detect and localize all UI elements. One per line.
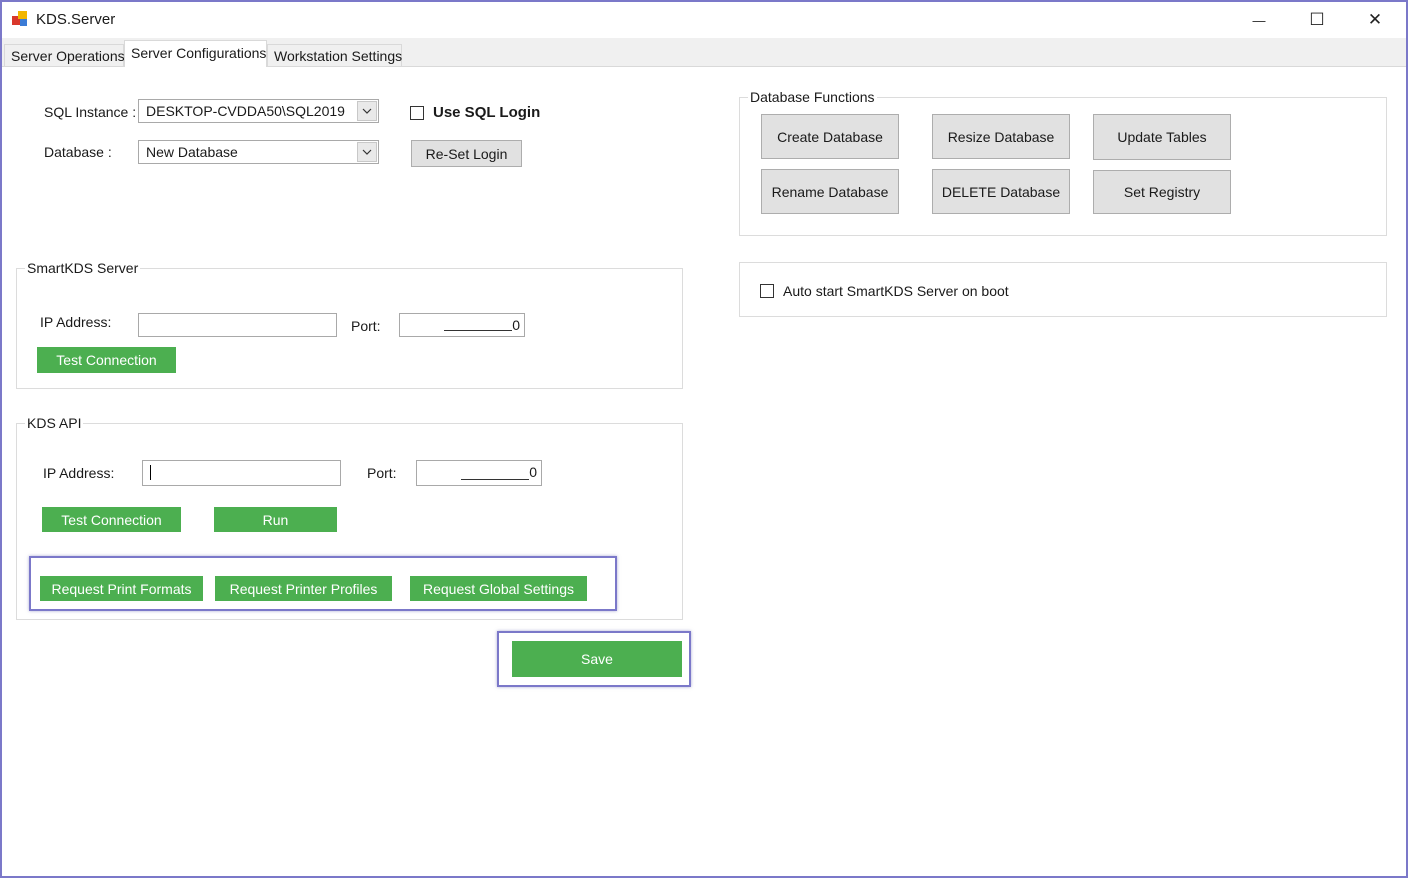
sql-instance-select[interactable]: DESKTOP-CVDDA50\SQL2019 <box>138 99 379 123</box>
create-database-button[interactable]: Create Database <box>761 114 899 159</box>
smartkds-ip-input[interactable] <box>138 313 337 337</box>
smartkds-test-connection-button[interactable]: Test Connection <box>37 347 176 373</box>
text-caret <box>150 465 151 480</box>
smartkds-server-title: SmartKDS Server <box>25 260 141 276</box>
title-bar <box>2 2 1406 38</box>
tab-server-configurations[interactable]: Server Configurations <box>124 40 267 67</box>
smartkds-port-label: Port: <box>351 318 381 334</box>
kds-api-ip-input[interactable] <box>142 460 341 486</box>
smartkds-ip-label: IP Address: <box>40 314 112 330</box>
save-button[interactable]: Save <box>512 641 682 677</box>
update-tables-button[interactable]: Update Tables <box>1093 114 1231 160</box>
dropdown-arrow-icon <box>357 101 377 121</box>
autostart-checkbox[interactable] <box>760 284 774 298</box>
use-sql-login-checkbox[interactable] <box>410 106 424 120</box>
sql-instance-label: SQL Instance : <box>44 104 137 120</box>
maximize-button[interactable]: ☐ <box>1294 6 1340 34</box>
resize-database-button[interactable]: Resize Database <box>932 114 1070 159</box>
use-sql-login-label: Use SQL Login <box>433 104 541 121</box>
window-title: KDS.Server <box>36 11 116 28</box>
database-label: Database : <box>44 144 112 160</box>
sql-instance-value: DESKTOP-CVDDA50\SQL2019 <box>146 103 345 119</box>
tab-workstation-settings[interactable]: Workstation Settings <box>267 44 402 66</box>
tab-server-operations[interactable]: Server Operations <box>4 44 125 66</box>
kds-api-port-label: Port: <box>367 465 397 481</box>
autostart-label: Auto start SmartKDS Server on boot <box>783 283 1009 299</box>
request-print-formats-button[interactable]: Request Print Formats <box>40 576 203 601</box>
kds-api-test-connection-button[interactable]: Test Connection <box>42 507 181 532</box>
dropdown-arrow-icon <box>357 142 377 162</box>
database-functions-title: Database Functions <box>748 89 877 105</box>
request-global-settings-button[interactable]: Request Global Settings <box>410 576 587 601</box>
kds-api-port-value: 0 <box>529 464 537 480</box>
kds-api-ip-label: IP Address: <box>43 465 115 481</box>
close-button[interactable]: ✕ <box>1352 6 1398 34</box>
app-icon <box>12 11 28 27</box>
set-registry-button[interactable]: Set Registry <box>1093 170 1231 214</box>
request-printer-profiles-button[interactable]: Request Printer Profiles <box>215 576 392 601</box>
kds-api-title: KDS API <box>25 415 84 431</box>
close-icon: ✕ <box>1367 10 1383 29</box>
smartkds-port-value: 0 <box>512 317 520 333</box>
minimize-button[interactable]: — <box>1236 6 1282 34</box>
maximize-icon: ☐ <box>1309 10 1325 29</box>
kds-api-run-button[interactable]: Run <box>214 507 337 532</box>
kds-api-port-input[interactable]: 0 <box>416 460 542 486</box>
reset-login-button[interactable]: Re-Set Login <box>411 140 522 167</box>
rename-database-button[interactable]: Rename Database <box>761 169 899 214</box>
delete-database-button[interactable]: DELETE Database <box>932 169 1070 214</box>
smartkds-port-input[interactable]: 0 <box>399 313 525 337</box>
database-select[interactable]: New Database <box>138 140 379 164</box>
minimize-icon: — <box>1252 12 1266 28</box>
database-value: New Database <box>146 144 238 160</box>
